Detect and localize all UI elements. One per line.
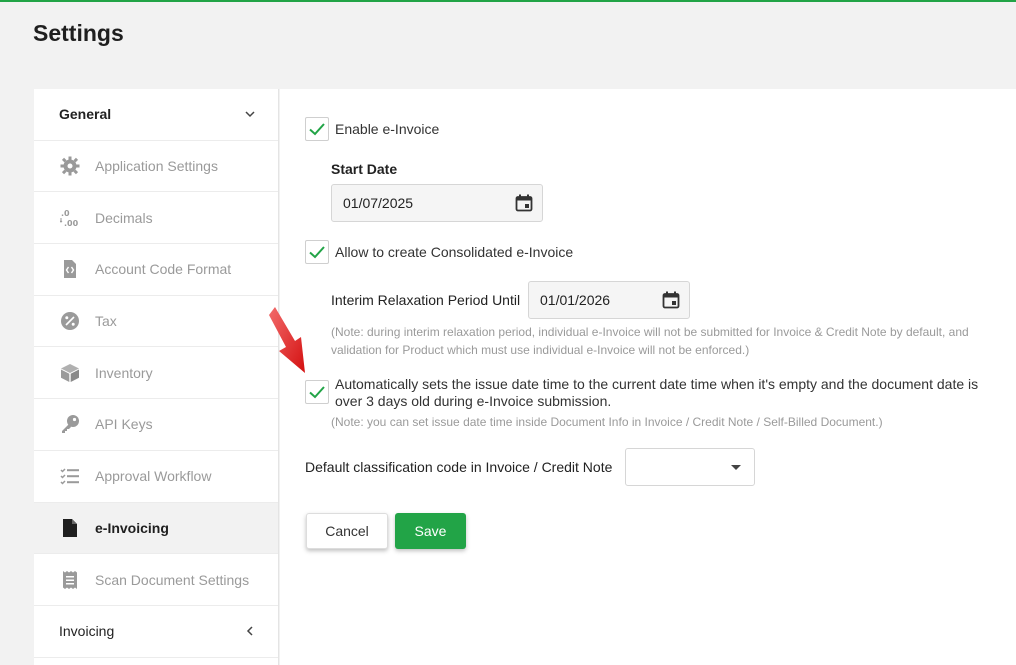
sidebar-item-label: General: [59, 106, 112, 123]
checkmark-icon: [309, 123, 325, 136]
auto-issue-date-label-line2: over 3 days old during e-Invoice submiss…: [335, 393, 612, 409]
start-date-value: 01/07/2025: [343, 195, 414, 211]
sidebar-item-label: Application Settings: [95, 158, 218, 175]
interim-period-input[interactable]: 01/01/2026: [528, 281, 690, 319]
sidebar-item-inventory[interactable]: Inventory: [34, 347, 278, 400]
checkmark-icon: [309, 246, 325, 259]
settings-sidebar: General Application Settings .0.00 Decim…: [34, 89, 279, 665]
sidebar-group-invoicing[interactable]: Invoicing: [34, 606, 278, 658]
interim-note-line2: validation for Product which must use in…: [331, 343, 750, 357]
sidebar-item-approval-workflow[interactable]: Approval Workflow: [34, 451, 278, 503]
sidebar-item-application-settings[interactable]: Application Settings: [34, 141, 278, 193]
consolidated-einvoice-label: Allow to create Consolidated e-Invoice: [335, 244, 574, 260]
calendar-icon[interactable]: [662, 291, 680, 309]
sidebar-item-label: Account Code Format: [95, 261, 232, 278]
box-icon: [59, 362, 81, 384]
sidebar-item-e-invoicing[interactable]: e-Invoicing: [34, 502, 278, 555]
sidebar-item-tax[interactable]: Tax: [34, 296, 278, 348]
checkmark-icon: [309, 386, 325, 399]
receipt-icon: [59, 569, 81, 591]
chevron-down-icon: [245, 111, 255, 118]
interim-period-value: 01/01/2026: [540, 292, 611, 308]
svg-text:.00: .00: [64, 219, 79, 228]
svg-text:.0: .0: [61, 209, 70, 218]
code-file-icon: [59, 258, 81, 280]
consolidated-einvoice-checkbox[interactable]: [305, 240, 329, 264]
calendar-icon[interactable]: [515, 194, 533, 212]
caret-down-icon: [731, 465, 741, 470]
start-date-input[interactable]: 01/07/2025: [331, 184, 543, 222]
percent-icon: [59, 310, 81, 332]
interim-note-line1: (Note: during interim relaxation period,…: [331, 325, 969, 339]
auto-issue-date-note: (Note: you can set issue date time insid…: [331, 415, 883, 429]
sidebar-item-decimals[interactable]: .0.00 Decimals: [34, 192, 278, 245]
sidebar-item-api-keys[interactable]: API Keys: [34, 399, 278, 451]
enable-einvoice-label: Enable e-Invoice: [335, 121, 440, 137]
chevron-left-icon: [246, 626, 253, 636]
sidebar-group-general[interactable]: General: [34, 89, 278, 141]
key-icon: [59, 413, 81, 435]
sidebar-item-label: Approval Workflow: [95, 468, 212, 485]
enable-einvoice-checkbox[interactable]: [305, 117, 329, 141]
classification-code-select[interactable]: [625, 448, 755, 486]
sidebar-item-account-code-format[interactable]: Account Code Format: [34, 244, 278, 296]
start-date-label: Start Date: [331, 161, 398, 177]
page-title: Settings: [33, 20, 124, 46]
sidebar-item-label: API Keys: [95, 416, 153, 433]
sidebar-item-label: Invoicing: [59, 623, 115, 640]
top-accent-bar: [0, 0, 1016, 2]
sidebar-item-label: e-Invoicing: [95, 519, 169, 536]
classification-code-label: Default classification code in Invoice /…: [305, 459, 613, 475]
e-invoicing-settings-panel: Enable e-Invoice Start Date 01/07/2025 A…: [280, 89, 1016, 665]
sidebar-item-label: Tax: [95, 313, 117, 330]
sidebar-item-scan-document-settings[interactable]: Scan Document Settings: [34, 554, 278, 606]
decimals-icon: .0.00: [59, 207, 81, 229]
gear-icon: [59, 155, 81, 177]
annotation-arrow-icon: [269, 307, 305, 373]
sidebar-item-label: Inventory: [95, 364, 153, 381]
interim-period-label: Interim Relaxation Period Until: [331, 292, 521, 308]
document-icon: [59, 517, 81, 539]
cancel-button[interactable]: Cancel: [306, 513, 388, 549]
save-button[interactable]: Save: [395, 513, 466, 549]
auto-issue-date-label-line1: Automatically sets the issue date time t…: [335, 376, 979, 392]
checklist-icon: [59, 465, 81, 487]
sidebar-item-label: Scan Document Settings: [95, 571, 250, 588]
auto-issue-date-checkbox[interactable]: [305, 380, 329, 404]
sidebar-item-label: Decimals: [95, 209, 153, 226]
